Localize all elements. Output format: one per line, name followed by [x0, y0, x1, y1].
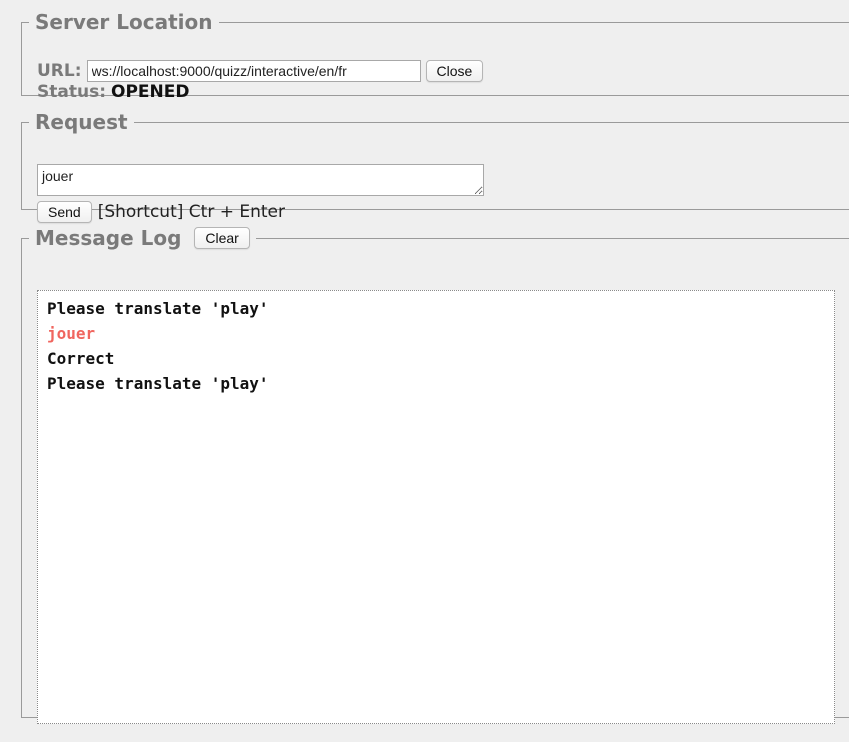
- send-button[interactable]: Send: [37, 201, 92, 223]
- status-row: Status: OPENED: [37, 82, 189, 102]
- log-message: Please translate 'play': [47, 299, 269, 318]
- server-location-legend: Server Location: [35, 10, 213, 34]
- close-button[interactable]: Close: [425, 60, 484, 82]
- url-row: URL: Close: [37, 60, 484, 82]
- request-panel: Request jouer Send [Shortcut] Ctr + Ente…: [21, 110, 849, 223]
- request-textarea[interactable]: jouer: [37, 164, 484, 196]
- clear-log-button[interactable]: Clear: [194, 227, 250, 249]
- message-log-area[interactable]: Please translate 'play' jouer Correct Pleas…: [37, 290, 835, 724]
- shortcut-hint: [Shortcut] Ctr + Enter: [97, 202, 285, 222]
- log-message: Please translate 'play': [47, 374, 269, 393]
- status-value: OPENED: [111, 82, 190, 102]
- send-row: Send [Shortcut] Ctr + Enter: [37, 201, 285, 223]
- server-location-panel: Server Location URL: Close Status: OPENE…: [21, 10, 849, 102]
- message-log-panel: Message Log Clear Please translate 'play…: [21, 226, 849, 724]
- log-message: Correct: [47, 349, 115, 368]
- url-label: URL:: [37, 61, 82, 81]
- message-log-title: Message Log: [35, 226, 182, 250]
- url-input[interactable]: [86, 60, 421, 82]
- log-message: jouer: [47, 324, 96, 343]
- status-label: Status:: [37, 82, 106, 102]
- request-legend: Request: [35, 110, 128, 134]
- message-log-legend: Message Log Clear: [29, 226, 256, 250]
